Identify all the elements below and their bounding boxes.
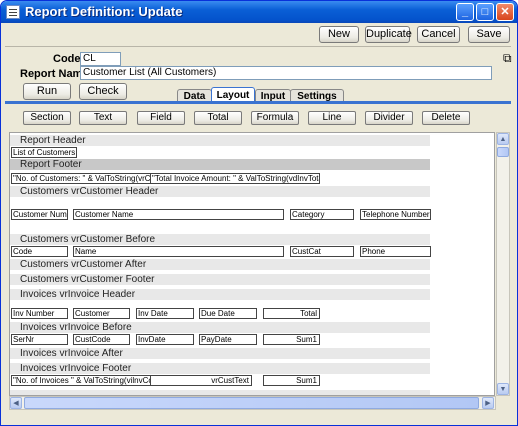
scroll-left-icon[interactable]: ◀ (10, 397, 22, 409)
formula-button[interactable]: Formula (251, 111, 299, 125)
text-field[interactable]: Inv Number (11, 308, 68, 319)
resize-grip[interactable] (496, 396, 510, 410)
field-button[interactable]: Field (137, 111, 185, 125)
tab-underline (5, 101, 511, 104)
text-field[interactable]: Customer Number (11, 209, 68, 220)
data-field[interactable]: InvDate (136, 334, 194, 345)
text-field[interactable]: Total (263, 308, 320, 319)
section-customer-before[interactable]: Customers vrCustomer Before (10, 234, 430, 245)
data-field[interactable]: PayDate (199, 334, 257, 345)
data-field[interactable]: Code (11, 246, 68, 257)
duplicate-button[interactable]: Duplicate (365, 26, 412, 43)
cancel-button[interactable]: Cancel (417, 26, 460, 43)
maximize-icon[interactable]: □ (476, 3, 494, 21)
section-button[interactable]: Section (23, 111, 71, 125)
scroll-thumb[interactable] (24, 397, 479, 409)
text-field[interactable]: Telephone Number (360, 209, 431, 220)
section-customer-header[interactable]: Customers vrCustomer Header (10, 186, 430, 197)
scroll-down-icon[interactable]: ▼ (497, 383, 509, 395)
data-field[interactable]: Name (73, 246, 284, 257)
text-field[interactable]: Inv Date (136, 308, 194, 319)
section-customer-footer[interactable]: Customers vrCustomer Footer (10, 274, 430, 285)
text-field[interactable]: Customer Name (73, 209, 284, 220)
line-button[interactable]: Line (308, 111, 356, 125)
section-customer-after[interactable]: Customers vrCustomer After (10, 259, 430, 270)
formula-field[interactable]: "No. of Invoices " & ValToString(vilnvCo… (11, 375, 151, 386)
text-field[interactable]: Customer (73, 308, 130, 319)
text-field[interactable]: Category (290, 209, 354, 220)
section-invoice-after[interactable]: Invoices vrInvoice After (10, 348, 430, 359)
total-button[interactable]: Total (194, 111, 242, 125)
scroll-right-icon[interactable]: ▶ (482, 397, 494, 409)
code-field[interactable]: CL (80, 52, 121, 66)
section-invoice-header[interactable]: Invoices vrInvoice Header (10, 289, 430, 300)
divider-button[interactable]: Divider (365, 111, 413, 125)
data-field[interactable]: Phone (360, 246, 431, 257)
horizontal-scrollbar[interactable]: ◀ ▶ (9, 396, 496, 410)
data-field[interactable]: CustCode (73, 334, 130, 345)
scroll-up-icon[interactable]: ▲ (497, 133, 509, 145)
window-title: Report Definition: Update (25, 4, 183, 19)
save-button[interactable]: Save (468, 26, 510, 43)
attachment-icon[interactable]: ⧉ (503, 51, 512, 66)
check-button[interactable]: Check (79, 83, 127, 100)
text-field[interactable]: List of Customers (11, 147, 77, 158)
total-field[interactable]: Sum1 (263, 375, 320, 386)
section-invoice-before[interactable]: Invoices vrInvoice Before (10, 322, 430, 333)
run-button[interactable]: Run (23, 83, 71, 100)
section-invoice-footer[interactable]: Invoices vrInvoice Footer (10, 363, 430, 374)
minimize-icon[interactable]: _ (456, 3, 474, 21)
document-icon (6, 5, 20, 19)
data-field[interactable]: vrCustText (150, 375, 252, 386)
formula-field[interactable]: "Total Invoice Amount: " & ValToString(v… (150, 173, 320, 184)
title-bar[interactable]: Report Definition: Update _ □ ✕ (1, 1, 517, 23)
layout-canvas[interactable]: Report Header List of Customers Report F… (9, 132, 495, 396)
scroll-thumb[interactable] (497, 147, 509, 157)
close-icon[interactable]: ✕ (496, 3, 514, 21)
data-field[interactable]: CustCat (290, 246, 354, 257)
data-field[interactable]: SerNr (11, 334, 68, 345)
text-button[interactable]: Text (79, 111, 127, 125)
vertical-scrollbar[interactable]: ▲ ▼ (496, 132, 510, 396)
section-report-footer[interactable]: Report Footer (10, 159, 430, 170)
report-name-field[interactable]: Customer List (All Customers) (80, 66, 492, 80)
report-definition-window: Report Definition: Update _ □ ✕ New Dupl… (0, 0, 518, 426)
divider (5, 46, 511, 47)
new-button[interactable]: New (319, 26, 359, 43)
data-field[interactable]: Sum1 (263, 334, 320, 345)
text-field[interactable]: Due Date (199, 308, 257, 319)
formula-field[interactable]: "No. of Customers: " & ValToString(vrCus… (11, 173, 151, 184)
section-report-header[interactable]: Report Header (10, 135, 430, 146)
delete-button[interactable]: Delete (422, 111, 470, 125)
